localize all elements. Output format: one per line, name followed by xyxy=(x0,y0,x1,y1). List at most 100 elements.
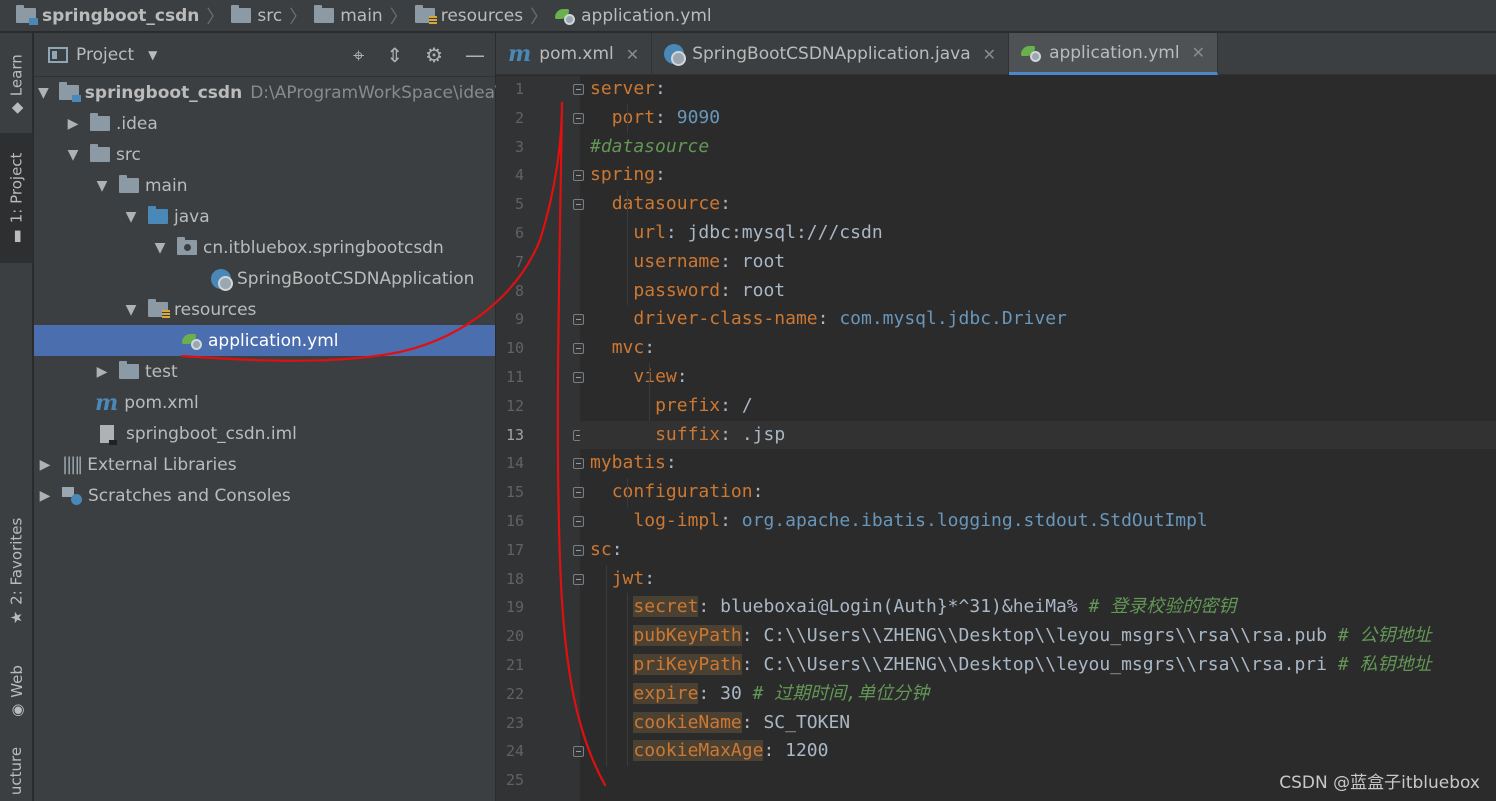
tree-item-application-yml[interactable]: application.yml xyxy=(34,325,495,356)
fold-marker-icon[interactable] xyxy=(573,516,584,527)
yaml-key: jwt xyxy=(611,567,645,589)
expand-arrow-icon[interactable]: ▼ xyxy=(38,85,49,101)
code-line[interactable]: prefix: / xyxy=(655,392,753,421)
tool-tab-structure[interactable]: ucture xyxy=(0,741,33,801)
tree-item-external-libraries[interactable]: ▶ |||‖ External Libraries xyxy=(34,449,495,480)
breadcrumb-item-main[interactable]: main xyxy=(314,5,383,26)
code-line[interactable]: password: root xyxy=(633,277,785,306)
yaml-separator: : xyxy=(655,78,666,99)
code-line[interactable]: view: xyxy=(633,363,687,392)
learn-icon: ◆ xyxy=(7,102,26,114)
fold-marker-icon[interactable] xyxy=(573,544,584,556)
collapsed-arrow-icon[interactable]: ▶ xyxy=(66,116,80,132)
fold-marker-icon[interactable] xyxy=(573,112,584,124)
fold-marker-icon[interactable] xyxy=(573,487,584,499)
fold-marker-icon[interactable] xyxy=(573,84,584,95)
resources-folder-icon xyxy=(148,299,170,319)
breadcrumb: springboot_csdn 〉 src 〉 main 〉 resources… xyxy=(0,0,1496,32)
breadcrumb-item-resources[interactable]: resources xyxy=(414,5,523,26)
code-line[interactable]: driver-class-name: com.mysql.jdbc.Driver xyxy=(633,305,1067,334)
fold-marker-icon[interactable] xyxy=(573,372,584,383)
fold-marker-icon[interactable] xyxy=(573,343,584,355)
tree-item-test[interactable]: ▶ test xyxy=(34,356,495,387)
indent-guide xyxy=(649,363,651,421)
minimize-icon[interactable]: — xyxy=(465,43,485,67)
yaml-separator: : xyxy=(655,164,666,186)
tool-tab-learn[interactable]: ◆ Learn xyxy=(0,39,33,129)
code-line[interactable]: server: xyxy=(590,75,666,104)
collapsed-arrow-icon[interactable]: ▶ xyxy=(38,488,52,504)
close-icon[interactable]: ✕ xyxy=(983,45,996,64)
tree-item-pom[interactable]: m pom.xml xyxy=(34,387,495,418)
locate-icon[interactable]: ⌖ xyxy=(353,43,364,67)
fold-marker-icon[interactable] xyxy=(573,170,584,182)
chevron-down-icon[interactable]: ▼ xyxy=(148,48,157,62)
code-line[interactable]: pubKeyPath: C:\\Users\\ZHENG\\Desktop\\l… xyxy=(633,622,1432,651)
tree-item-package[interactable]: ▼ cn.itbluebox.springbootcsdn xyxy=(34,232,495,263)
line-number: 3 xyxy=(514,137,524,156)
expand-arrow-icon[interactable]: ▼ xyxy=(124,302,138,318)
code-line[interactable]: configuration: xyxy=(612,478,764,507)
yaml-separator: : xyxy=(720,193,731,215)
tree-item-resources[interactable]: ▼ resources xyxy=(34,294,495,325)
code-line[interactable]: spring: xyxy=(590,161,666,190)
code-line[interactable]: suffix: .jsp xyxy=(655,421,785,450)
yaml-value: root xyxy=(741,279,786,301)
editor-gutter[interactable]: 1 2 3 4 5 6 7 8 9 10 11 12 13 14 15 16 17 18 19 20 21 22 23 24 2… xyxy=(496,76,584,801)
line-number: 21 xyxy=(505,656,524,674)
tool-tab-web[interactable]: ◉ Web xyxy=(0,653,33,728)
tree-item-application-class[interactable]: SpringBootCSDNApplication xyxy=(34,263,495,294)
tree-item-src[interactable]: ▼ src xyxy=(34,139,495,170)
code-line[interactable]: url: jdbc:mysql:///csdn xyxy=(633,219,882,248)
tool-tab-project[interactable]: ▬ 1: Project xyxy=(0,133,33,263)
tab-springboot-application[interactable]: SpringBootCSDNApplication.java ✕ xyxy=(652,33,1010,75)
expand-arrow-icon[interactable]: ▼ xyxy=(95,178,109,194)
yaml-inline-comment: # 过期时间,单位分钟 xyxy=(741,682,930,704)
line-number: 5 xyxy=(514,195,524,214)
close-icon[interactable]: ✕ xyxy=(1192,43,1205,62)
tree-item-scratches[interactable]: ▶ Scratches and Consoles xyxy=(34,480,495,511)
close-icon[interactable]: ✕ xyxy=(626,45,639,64)
tab-application-yml[interactable]: application.yml ✕ xyxy=(1009,33,1218,75)
fold-marker-icon[interactable] xyxy=(573,314,584,326)
code-line[interactable]: datasource: xyxy=(612,190,731,219)
breadcrumb-item-project[interactable]: springboot_csdn xyxy=(16,5,199,26)
breadcrumb-item-file[interactable]: application.yml xyxy=(555,6,712,26)
code-line[interactable]: mybatis: xyxy=(590,449,677,478)
fold-marker-icon[interactable] xyxy=(573,746,584,758)
fold-marker-icon[interactable] xyxy=(573,458,584,470)
tab-pom-xml[interactable]: m pom.xml ✕ xyxy=(496,33,653,75)
code-editor[interactable]: 1 2 3 4 5 6 7 8 9 10 11 12 13 14 15 16 17 18 19 20 21 22 23 24 2… xyxy=(496,76,1496,801)
code-line[interactable]: log-impl: org.apache.ibatis.logging.stdo… xyxy=(633,507,1207,536)
collapsed-arrow-icon[interactable]: ▶ xyxy=(38,457,52,473)
fold-marker-icon[interactable] xyxy=(573,199,584,211)
tree-item-java[interactable]: ▼ java xyxy=(34,201,495,232)
yaml-separator: : xyxy=(698,682,721,704)
code-line[interactable]: secret: blueboxai@Login(Auth}*^31)&heiMa… xyxy=(633,593,1236,622)
expand-arrow-icon[interactable]: ▼ xyxy=(153,240,167,256)
expand-arrow-icon[interactable]: ▼ xyxy=(66,147,80,163)
tool-tab-favorites[interactable]: ★ 2: Favorites xyxy=(0,503,33,638)
code-line[interactable]: mvc: xyxy=(612,334,655,363)
tree-item-iml[interactable]: springboot_csdn.iml xyxy=(34,418,495,449)
expand-arrow-icon[interactable]: ▼ xyxy=(124,209,138,225)
breadcrumb-item-src[interactable]: src xyxy=(231,5,282,26)
code-line[interactable]: cookieName: SC_TOKEN xyxy=(633,709,850,738)
code-line[interactable]: sc: xyxy=(590,536,623,565)
code-line[interactable]: jwt: xyxy=(612,565,655,594)
gear-icon[interactable]: ⚙ xyxy=(425,43,443,67)
tree-item-springboot-csdn[interactable]: ▼ springboot_csdn D:\AProgramWorkSpace\i… xyxy=(34,77,510,108)
code-line[interactable]: expire: 30 # 过期时间,单位分钟 xyxy=(633,680,929,709)
collapsed-arrow-icon[interactable]: ▶ xyxy=(95,364,109,380)
collapse-all-icon[interactable]: ⇕ xyxy=(386,43,403,67)
code-line[interactable]: priKeyPath: C:\\Users\\ZHENG\\Desktop\\l… xyxy=(633,651,1432,680)
fold-marker-icon[interactable] xyxy=(573,573,584,585)
code-line[interactable]: #datasource xyxy=(590,133,709,162)
tree-item-idea[interactable]: ▶ .idea xyxy=(34,108,495,139)
yaml-comment: #datasource xyxy=(590,135,710,157)
code-line[interactable]: cookieMaxAge: 1200 xyxy=(633,737,828,766)
tree-item-main[interactable]: ▼ main xyxy=(34,170,495,201)
code-line[interactable]: username: root xyxy=(633,248,785,277)
project-view-selector[interactable]: Project xyxy=(76,45,134,65)
yaml-key: spring xyxy=(590,164,656,186)
